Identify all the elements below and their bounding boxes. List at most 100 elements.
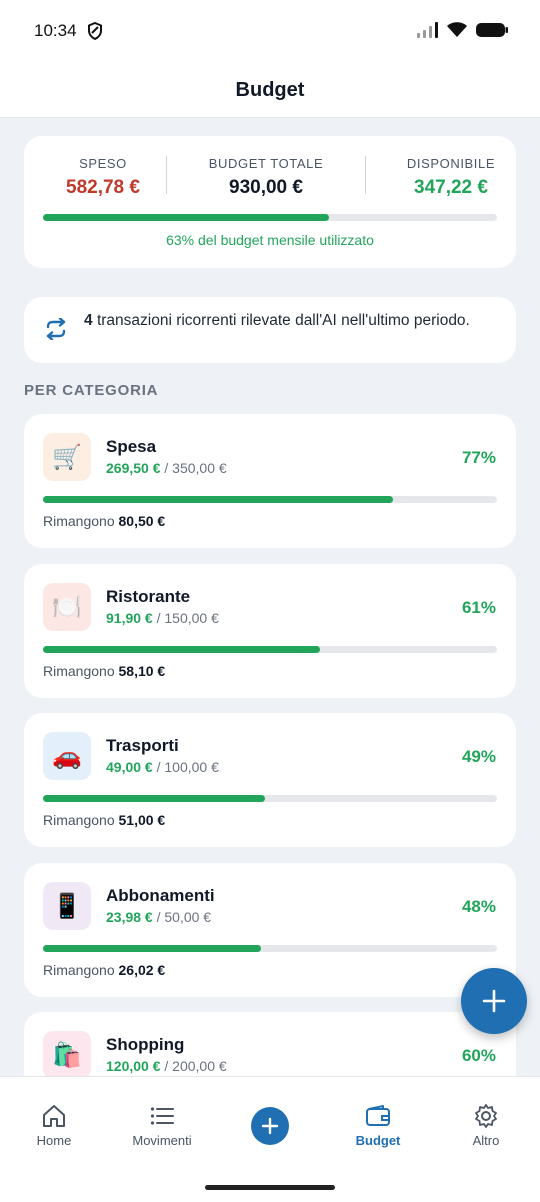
recurring-transactions-card[interactable]: 4 transazioni ricorrenti rilevate dall'A… [24,297,516,363]
page-title: Budget [235,79,305,101]
category-spent: 23,98 € [106,909,153,925]
category-percent: 61% [461,598,496,617]
category-progress-fill [43,795,266,802]
remaining-value: 80,50 € [118,513,166,529]
category-budget: / 150,00 € [152,610,219,626]
phone-icon: 📱 [43,882,91,930]
remaining-label: Rimangono [43,962,119,978]
category-progress-bar [43,795,497,802]
status-icons [416,22,508,38]
category-amount: 23,98 € / 50,00 € [106,909,211,925]
car-icon: 🚗 [43,732,91,780]
category-remaining: Rimangono 51,00 € [43,812,165,828]
wifi-icon [447,22,467,37]
category-budget: / 50,00 € [152,909,212,925]
available-label: DISPONIBILE [406,156,496,171]
plate-icon-glyph: 🍽️ [52,593,82,621]
category-spent: 91,90 € [106,610,153,626]
shield-icon [87,22,102,40]
status-bar: 10:34 [0,0,540,64]
category-name: Ristorante [106,587,191,606]
remaining-value: 58,10 € [118,663,166,679]
budget-progress-fill [43,214,330,221]
category-card[interactable]: 🚗 Trasporti 49,00 € / 100,00 € 49% Rimangono… [24,713,516,847]
category-percent: 77% [461,448,496,467]
section-title: PER CATEGORIA [24,382,159,399]
category-name: Trasporti [106,736,179,755]
plate-icon: 🍽️ [43,583,91,631]
repeat-icon [46,318,66,340]
cart-icon: 🛒 [43,433,91,481]
divider [166,156,167,194]
plus-icon [261,1117,279,1135]
category-card[interactable]: 🛍️Shopping120,00 € / 200,00 €60%Rimangon… [24,1012,516,1076]
home-indicator [205,1185,335,1190]
nav-transactions-label: Movimenti [132,1133,192,1148]
category-budget: / 350,00 € [160,460,227,476]
list-icon [150,1107,174,1125]
wallet-icon [366,1105,390,1126]
category-amount: 49,00 € / 100,00 € [106,759,219,775]
category-amount: 120,00 € / 200,00 € [106,1058,227,1074]
status-time: 10:34 [34,21,103,41]
total-value: 930,00 € [229,177,303,198]
battery-icon [476,23,508,37]
category-spent: 49,00 € [106,759,153,775]
category-remaining: Rimangono 80,50 € [43,513,165,529]
app-bar: Budget [0,64,540,118]
category-progress-fill [43,646,320,653]
category-card[interactable]: 🍽️ Ristorante 91,90 € / 150,00 € 61% Rimango… [24,564,516,698]
category-progress-fill [43,496,393,503]
car-icon-glyph: 🚗 [52,742,82,770]
category-card[interactable]: 🛒 Spesa 269,50 € / 350,00 € 77% Rimangono 80… [24,414,516,548]
category-percent: 48% [461,897,496,916]
nav-transactions[interactable]: Movimenti [108,1103,216,1148]
nav-budget[interactable]: Budget [324,1103,432,1148]
budget-progress-bar [43,214,497,221]
budget-content[interactable]: SPESO 582,78 € BUDGET TOTALE 930,00 € DI… [0,118,540,1076]
nav-home-label: Home [36,1133,72,1148]
category-progress-fill [43,945,261,952]
spent-label: SPESO [79,156,127,171]
category-progress-bar [43,646,497,653]
category-amount: 269,50 € / 350,00 € [106,460,227,476]
category-name: Abbonamenti [106,886,215,905]
available-column: DISPONIBILE 347,22 € [386,156,516,199]
available-value: 347,22 € [414,177,488,198]
nav-more[interactable]: Altro [432,1103,540,1148]
gear-icon [475,1104,497,1128]
remaining-value: 26,02 € [118,962,166,978]
category-spent: 269,50 € [106,460,161,476]
add-transaction-fab[interactable] [461,968,527,1034]
divider [365,156,366,194]
phone-icon-glyph: 📱 [52,892,82,920]
nav-home[interactable]: Home [0,1103,108,1148]
shopping-bag-icon-glyph: 🛍️ [52,1041,82,1069]
category-progress-bar [43,496,497,503]
remaining-label: Rimangono [43,812,119,828]
category-percent: 60% [461,1046,496,1065]
nav-more-label: Altro [472,1133,500,1148]
cart-icon-glyph: 🛒 [52,443,82,471]
plus-icon [482,989,506,1013]
total-label: BUDGET TOTALE [208,156,324,171]
category-amount: 91,90 € / 150,00 € [106,610,219,626]
category-remaining: Rimangono 26,02 € [43,962,165,978]
recurring-count: 4 [84,312,93,329]
shopping-bag-icon: 🛍️ [43,1031,91,1076]
category-remaining: Rimangono 58,10 € [43,663,165,679]
budget-usage-note: 63% del budget mensile utilizzato [166,232,374,248]
category-name: Shopping [106,1035,185,1054]
signal-icon [417,22,438,38]
remaining-label: Rimangono [43,663,119,679]
nav-add-button[interactable] [251,1107,289,1145]
remaining-label: Rimangono [43,513,119,529]
category-name: Spesa [106,437,157,456]
category-progress-bar [43,945,497,952]
recurring-message: 4 transazioni ricorrenti rilevate dall'A… [84,311,494,330]
category-card[interactable]: 📱 Abbonamenti 23,98 € / 50,00 € 48% Rimangon… [24,863,516,997]
nav-budget-label: Budget [355,1133,401,1148]
category-spent: 120,00 € [106,1058,161,1074]
category-budget: / 200,00 € [160,1058,227,1074]
category-percent: 49% [461,747,496,766]
